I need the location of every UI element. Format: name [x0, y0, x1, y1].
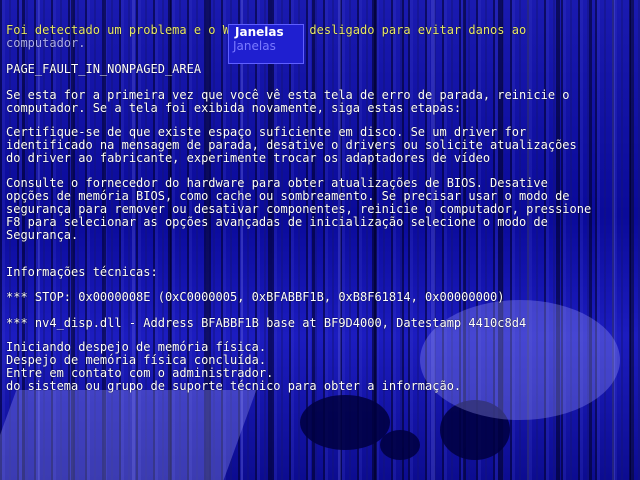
technical-info-heading: Informações técnicas:	[6, 265, 158, 279]
instructions-line: Segurança.	[6, 228, 79, 242]
windows-popup-overlay: Janelas Janelas	[228, 24, 304, 64]
bsod-screen: Foi detectado um problema e o Windows fo…	[0, 0, 640, 480]
popup-subtitle: Janelas	[233, 39, 276, 53]
stop-code-line: *** STOP: 0x0000008E (0xC0000005, 0xBFAB…	[6, 290, 505, 304]
instructions-line: computador. Se a tela foi exibida novame…	[6, 101, 462, 115]
popup-title: Janelas	[235, 25, 284, 39]
error-intro-line: computador.	[6, 36, 86, 50]
driver-address-line: *** nv4_disp.dll - Address BFABBF1B base…	[6, 316, 527, 330]
instructions-line: F8 para selecionar as opções avançadas d…	[6, 215, 548, 229]
instructions-line: do driver ao fabricante, experimente tro…	[6, 151, 491, 165]
memory-dump-line: do sistema ou grupo de suporte técnico p…	[6, 379, 462, 393]
stop-error-name: PAGE_FAULT_IN_NONPAGED_AREA	[6, 62, 202, 76]
